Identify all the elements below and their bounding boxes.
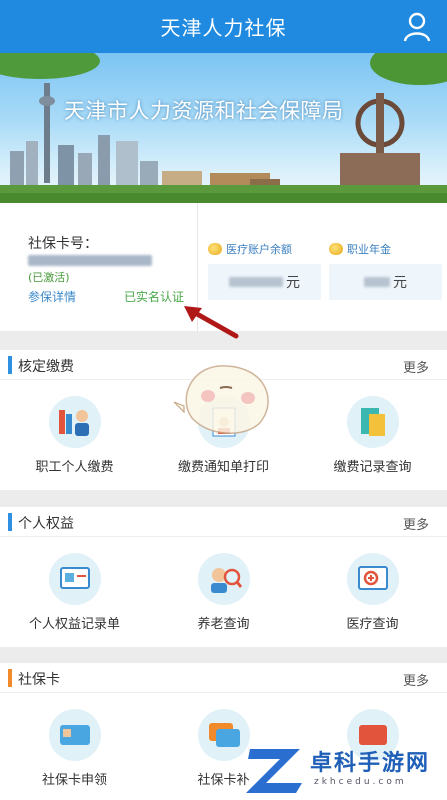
- menu-item-label: 职工个人缴费: [35, 460, 114, 475]
- section-header: 社保卡 更多: [0, 663, 447, 693]
- card-status: (已激活): [28, 271, 70, 284]
- pension-unit: 元: [393, 275, 407, 291]
- pension-value[interactable]: 元: [329, 264, 442, 300]
- pension-masked: [364, 277, 390, 287]
- medical-balance-label: 医疗账户余额: [208, 241, 292, 257]
- menu-item-pension-query[interactable]: 养老查询: [149, 537, 298, 647]
- medical-balance-value[interactable]: 元: [208, 264, 321, 300]
- menu-item-label: 缴费记录查询: [333, 460, 412, 475]
- section-title: 个人权益: [18, 516, 74, 532]
- section-accent: [8, 669, 12, 687]
- section-header: 个人权益 更多: [0, 507, 447, 537]
- section-title: 社保卡: [18, 672, 60, 688]
- section-rights: 个人权益 更多 个人权益记录单 养老查询 医疗查询: [0, 507, 447, 647]
- coin-icon: [208, 243, 222, 255]
- medical-query-icon: [346, 553, 399, 605]
- mascot-image: [173, 365, 269, 434]
- menu-item-label: 养老查询: [197, 617, 250, 632]
- section-title: 核定缴费: [18, 359, 74, 375]
- menu-item-card-apply[interactable]: 社保卡申领: [0, 693, 149, 800]
- watermark-text: 卓科手游网: [310, 751, 431, 776]
- more-link[interactable]: 更多: [403, 357, 429, 376]
- menu-item-label: 缴费通知单打印: [177, 460, 269, 475]
- pension-query-icon: [197, 553, 250, 605]
- more-link[interactable]: 更多: [403, 670, 429, 689]
- watermark: 卓科手游网 zkhcedu.com: [240, 735, 447, 800]
- menu-item-label: 个人权益记录单: [28, 617, 120, 632]
- verified-status: 已实名认证: [124, 290, 185, 304]
- coin-icon: [329, 243, 343, 255]
- watermark-logo-icon: [246, 749, 302, 793]
- menu-item-medical-query[interactable]: 医疗查询: [298, 537, 447, 647]
- pension-text: 职业年金: [347, 243, 391, 256]
- top-bar: 天津人力社保: [0, 0, 447, 53]
- menu-item-label: 医疗查询: [346, 617, 399, 632]
- city-skyline-image: [0, 53, 447, 203]
- card-number-label: 社保卡号：: [28, 236, 98, 252]
- watermark-url: zkhcedu.com: [314, 777, 407, 787]
- menu-item-rights-record[interactable]: 个人权益记录单: [0, 537, 149, 647]
- record-query-icon: [346, 396, 399, 448]
- section-accent: [8, 513, 12, 531]
- worker-icon: [48, 396, 101, 448]
- menu-item-worker-payment[interactable]: 职工个人缴费: [0, 380, 149, 490]
- insurance-detail-link[interactable]: 参保详情: [28, 288, 76, 305]
- user-icon[interactable]: [403, 12, 431, 42]
- menu-item-label: 社保卡申领: [41, 773, 107, 788]
- card-apply-icon: [48, 709, 101, 761]
- annotation-arrow: [184, 306, 239, 339]
- rights-record-icon: [48, 553, 101, 605]
- card-number-masked: [28, 255, 152, 266]
- section-accent: [8, 356, 12, 374]
- more-link[interactable]: 更多: [403, 514, 429, 533]
- medical-unit: 元: [286, 275, 300, 291]
- card-info: 社保卡号： (已激活) 参保详情 已实名认证: [0, 203, 198, 331]
- app-title: 天津人力社保: [160, 16, 287, 40]
- menu-item-payment-records[interactable]: 缴费记录查询: [298, 380, 447, 490]
- banner-title: 天津市人力资源和社会保障局: [64, 99, 344, 123]
- medical-balance-masked: [229, 277, 283, 287]
- pension-label: 职业年金: [329, 241, 391, 257]
- medical-balance-text: 医疗账户余额: [226, 243, 292, 256]
- banner: 天津市人力资源和社会保障局: [0, 53, 447, 203]
